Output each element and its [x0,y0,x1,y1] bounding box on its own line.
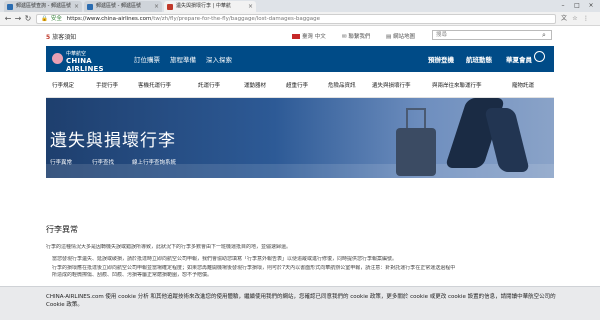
tab-title: 郵遞區號 - 郵遞區號 [96,3,141,9]
subnav-rules[interactable]: 行李規定 [52,81,74,89]
subnav-lost-damaged[interactable]: 遺失與損壞行李 [372,81,411,89]
hero-link-online-system[interactable]: 線上行李查詢系統 [132,158,176,166]
close-window-icon[interactable]: × [584,0,598,12]
url-host: https://www.china-airlines.com [66,16,152,22]
page-title: 遺失與損壞行李 [50,131,176,151]
menu-icon[interactable]: ⋮ [582,15,590,23]
baggage-sub-nav: 行李規定 手提行李 客機托運行李 託運行李 運動器材 超重行李 危險品資訊 遺失… [46,72,554,98]
browser-tab-1[interactable]: 郵遞區號查詢 - 郵遞區號 × [4,1,82,12]
travel-notice[interactable]: 5 旅客須知 [46,32,76,41]
close-tab-icon[interactable]: × [248,1,253,12]
subnav-excess[interactable]: 超重行李 [286,81,308,89]
nav-flight-status[interactable]: 航班動態 [466,54,492,64]
browser-tab-2[interactable]: 郵遞區號 - 郵遞區號 × [84,1,162,12]
sitemap-label: 網站地圖 [392,34,415,40]
browser-tab-strip: 郵遞區號查詢 - 郵遞區號 × 郵遞區號 - 郵遞區號 × 遺失與損壞行李 | … [0,0,600,12]
translate-icon[interactable]: 文 [560,15,568,23]
nav-explore[interactable]: 深入探索 [206,54,232,64]
cookie-notice-text: CHINA-AIRLINES.com 使用 cookie 分析 和其他追蹤技術來… [46,294,556,308]
language-selector[interactable]: 臺灣 中文 [292,32,326,40]
hero-link-abnormal[interactable]: 行李異常 [50,158,72,166]
notice-label: 旅客須知 [52,34,77,41]
language-label: 臺灣 中文 [302,34,326,40]
forward-icon[interactable]: → [13,14,23,24]
subnav-dangerous[interactable]: 危險品資訊 [328,81,356,89]
sitemap-icon: ▤ [386,34,393,40]
back-icon[interactable]: ← [3,14,13,24]
plum-blossom-logo-icon [52,53,63,64]
favicon-icon [7,4,13,10]
secure-label: 安全 [50,16,62,22]
subnav-sports[interactable]: 運動器材 [244,81,266,89]
list-item-continuation: 所造成的輕微擦傷、刮痕、凹痕、污損等屬正常磨損範圍，恕不予賠償。 [52,272,213,278]
favicon-icon [167,4,173,10]
list-item: 當您發現行李遺失、延誤或破損，請於抵達時立即向航空公司申報，我們會協助您填寫「行… [52,256,552,263]
china-airlines-logo[interactable]: 中華航空 CHINA AIRLINES [52,50,120,73]
favicon-icon [87,4,93,10]
address-bar: ← → ↻ 🔒 安全 https://www.china-airlines.com… [0,12,600,26]
intro-paragraph: 行李的這種情況大多是因轉機失誤或錯誤所導致，此狀況下的行李多數會由下一班機運抵目… [46,244,292,250]
contact-link[interactable]: ✉ 聯繫我們 [342,32,370,40]
list-item: 行李的損壞應在抵達後立即向航空公司申報並當場確定程度；如果您再離開機場後發現行李… [52,265,552,272]
tab-title: 郵遞區號查詢 - 郵遞區號 [16,3,71,9]
nav-member[interactable]: 華夏會員 [506,54,532,64]
hero-link-search[interactable]: 行李查找 [92,158,114,166]
suitcase-handle-image [406,108,426,130]
user-icon[interactable] [534,51,545,62]
maximize-icon[interactable]: □ [570,0,584,12]
brand-english: CHINA AIRLINES [66,57,104,73]
suitcase-image [396,128,436,176]
contact-label: 聯繫我們 [348,34,371,40]
section-title: 行李異常 [46,225,78,234]
sitemap-link[interactable]: ▤ 網站地圖 [386,32,415,40]
close-tab-icon[interactable]: × [74,1,79,12]
subnav-checked[interactable]: 託運行李 [198,81,220,89]
star-icon[interactable]: ☆ [571,15,579,23]
reload-icon[interactable]: ↻ [23,14,33,24]
close-tab-icon[interactable]: × [154,1,159,12]
subnav-cabin-checked[interactable]: 客機托運行李 [138,81,171,89]
subnav-pets[interactable]: 寵物託運 [512,81,534,89]
cookie-banner: CHINA-AIRLINES.com 使用 cookie 分析 和其他追蹤技術來… [0,286,600,320]
notice-count: 5 [46,34,51,41]
subnav-carry-on[interactable]: 手提行李 [96,81,118,89]
tab-title: 遺失與損壞行李 | 中華航 [176,3,231,9]
nav-checkin[interactable]: 預辦登機 [428,54,454,64]
search-input[interactable]: 搜尋 [432,30,552,40]
url-field[interactable]: 🔒 安全 https://www.china-airlines.com/tw/zh… [36,14,556,24]
subnav-cross-strait[interactable]: 與兩岸往來聯運行李 [432,81,482,89]
main-nav: 中華航空 CHINA AIRLINES 訂位購票 旅程準備 深入探索 預辦登機 … [46,46,554,73]
search-icon[interactable]: ⌕ [542,31,546,40]
browser-tab-active[interactable]: 遺失與損壞行李 | 中華航 × [164,1,256,12]
nav-booking[interactable]: 訂位購票 [134,54,160,64]
lock-icon: 🔒 [41,16,48,22]
url-path: /tw/zh/fly/prepare-for-the-fly/baggage/l… [151,16,320,22]
taiwan-flag-icon [292,34,300,39]
brand-chinese: 中華航空 [66,51,87,57]
minimize-icon[interactable]: – [556,0,570,12]
nav-prepare[interactable]: 旅程準備 [170,54,196,64]
